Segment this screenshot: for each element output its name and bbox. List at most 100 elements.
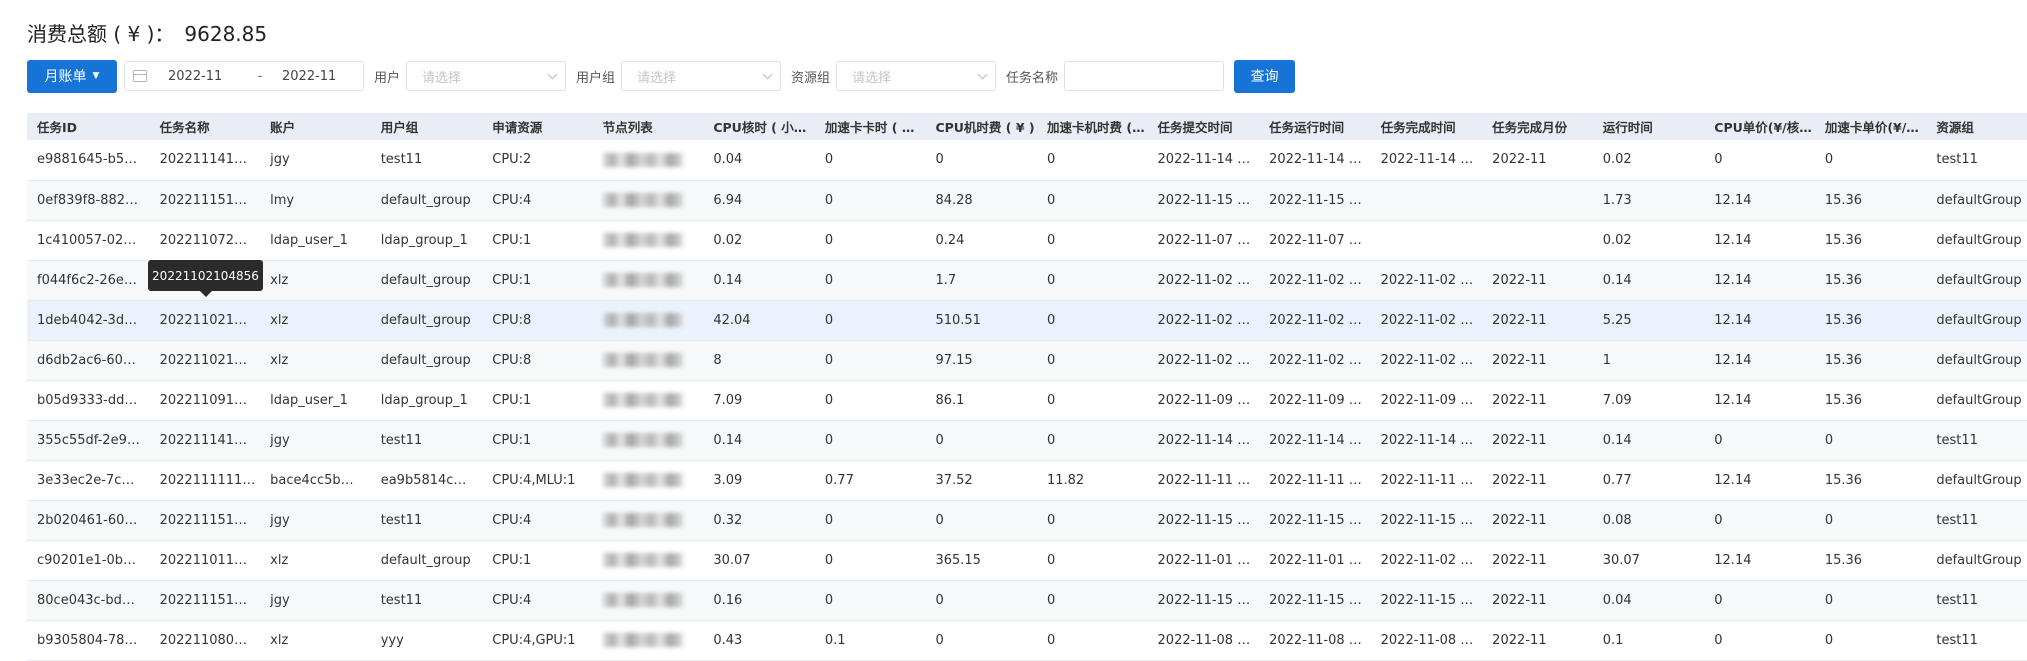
table-cell: 2022-11-15 …	[1269, 192, 1362, 208]
table-cell	[593, 260, 704, 300]
table-cell: 2022-11-14 …	[1380, 432, 1474, 448]
table-cell: 0.02	[1602, 152, 1632, 168]
table-row[interactable]: f044f6c2-26e…202211021…xlzdefault_groupC…	[27, 260, 2027, 300]
table-cell: 2022-11-15 …	[1157, 512, 1251, 528]
table-row[interactable]: 1deb4042-3d… 202211021… xlz default_group CP…	[27, 300, 2027, 340]
table-row[interactable]: 1c410057-02… 202211072… ldap_user_1 ldap_gr…	[27, 220, 2027, 260]
table-cell: CPU:1	[492, 232, 532, 248]
table-cell	[593, 540, 704, 580]
table-row[interactable]: 0ef839f8-882… 202211151… lmy default_group C…	[27, 180, 2027, 220]
table-cell: CPU:1	[492, 392, 532, 408]
table-cell: 0.77	[824, 472, 854, 488]
table-cell: 0.14	[1602, 432, 1632, 448]
table-cell: defaultGroup	[1936, 312, 2022, 328]
chevron-down-icon	[977, 69, 988, 79]
group-select[interactable]: 请选择	[621, 61, 782, 91]
table-cell: 355c55df-2e9…	[37, 432, 140, 448]
table-row[interactable]: e9881645-b5… 202211141… jgy test11 CPU:2 0.04…	[27, 140, 2027, 180]
table-cell: default_group	[380, 192, 471, 208]
table-body: e9881645-b5… 202211141… jgy test11 CPU:2 0.04…	[27, 140, 2027, 660]
table-row[interactable]: b9305804-78… 202211080… xlz yyy CPU:4,GPU:1 0…	[27, 620, 2027, 660]
table-cell: 2022-11-15 …	[1380, 512, 1474, 528]
table-cell: 0	[935, 632, 944, 648]
table-cell	[593, 620, 704, 660]
table-cell: 0	[824, 552, 834, 568]
column-header: 任务ID	[37, 120, 78, 135]
month-range-picker[interactable]: 2022-11 - 2022-11	[124, 61, 364, 91]
table-cell: 1.7	[935, 272, 957, 288]
redacted-node-list	[602, 593, 683, 607]
range-end[interactable]: 2022-11	[282, 69, 336, 84]
table-cell: 0	[1046, 592, 1056, 608]
column-header: 加速卡卡时 ( 小时 )	[824, 120, 926, 135]
column-header: 资源组	[1936, 120, 1974, 135]
table-row[interactable]: b05d9333-dd… 202211091… ldap_user_1 ldap_gr…	[27, 380, 2027, 420]
table-cell: 2022-11	[1492, 432, 1547, 448]
table-cell: 0	[1046, 552, 1056, 568]
table-cell: defaultGroup	[1936, 192, 2022, 208]
chevron-down-icon	[762, 69, 773, 79]
table-cell: 0	[1714, 512, 1723, 528]
table-cell	[1482, 220, 1593, 260]
table-cell: 202211021…	[159, 312, 248, 328]
group-select-placeholder: 请选择	[637, 70, 677, 86]
table-cell: CPU:4	[492, 512, 532, 528]
total-cost-label: 消费总额 ( ¥ )：	[27, 22, 175, 46]
table-cell: 202211141…	[159, 432, 248, 448]
table-cell: jgy	[270, 592, 290, 608]
table-cell: yyy	[380, 632, 404, 648]
table-cell: 2022-11-11 …	[1269, 472, 1362, 488]
group-filter-label: 用户组	[576, 70, 616, 86]
query-button-label: 查询	[1250, 69, 1279, 85]
range-start[interactable]: 2022-11	[168, 69, 228, 84]
table-cell: 2022-11-11 …	[1157, 472, 1251, 488]
table-cell: d6db2ac6-60…	[37, 352, 136, 368]
table-cell: CPU:8	[492, 312, 532, 328]
table-cell: bace4cc5b…	[270, 472, 354, 488]
table-cell: 0	[935, 152, 944, 168]
redacted-node-list	[602, 313, 683, 327]
table-cell: 0	[935, 512, 944, 528]
table-cell: 2022-11-01 …	[1157, 552, 1251, 568]
table-cell	[593, 340, 704, 380]
table-cell	[593, 420, 704, 460]
table-cell: 0	[824, 352, 834, 368]
table-cell: test11	[380, 152, 423, 168]
table-cell	[593, 300, 704, 340]
table-cell: 0.14	[713, 272, 743, 288]
table-cell: 2b020461-60…	[37, 512, 138, 528]
table-cell: 202211091…	[159, 392, 248, 408]
table-cell: 202211151…	[159, 512, 248, 528]
table-row[interactable]: 80ce043c-bd… 202211151… jgy test11 CPU:4 0.16…	[27, 580, 2027, 620]
redacted-node-list	[602, 393, 683, 407]
table-row[interactable]: 3e33ec2e-7c… 20221111114… bace4cc5b… ea9b58…	[27, 460, 2027, 500]
table-cell: 2022-11-08 …	[1157, 632, 1251, 648]
table-cell: 0.14	[713, 432, 743, 448]
table-cell: 0	[1824, 152, 1834, 168]
table-cell: ldap_user_1	[270, 232, 348, 248]
table-cell: 0.04	[713, 152, 743, 168]
bill-type-dropdown[interactable]: 月账单 ▼	[27, 59, 117, 93]
table-row[interactable]: c90201e1-0b… 202211011… xlz default_group CP…	[27, 540, 2027, 580]
table-cell: 0	[1714, 632, 1723, 648]
table-cell: 15.36	[1824, 392, 1863, 408]
user-select[interactable]: 请选择	[406, 61, 567, 91]
table-cell: 12.14	[1714, 552, 1752, 568]
table-cell: defaultGroup	[1936, 352, 2022, 368]
resource-group-select[interactable]: 请选择	[836, 61, 997, 91]
table-cell: test11	[1936, 512, 1978, 528]
table-cell: CPU:2	[492, 152, 532, 168]
table-cell: 2022-11-09 …	[1380, 392, 1474, 408]
table-cell: xlz	[270, 632, 289, 648]
table-cell: 2022-11-14 …	[1380, 152, 1474, 168]
table-row[interactable]: 355c55df-2e9… 202211141… jgy test11 CPU:1 0.1…	[27, 420, 2027, 460]
table-cell: f044f6c2-26e…	[37, 272, 137, 288]
column-header: 任务完成月份	[1492, 120, 1568, 135]
table-row[interactable]: 2b020461-60… 202211151… jgy test11 CPU:4 0.32…	[27, 500, 2027, 540]
query-button[interactable]: 查询	[1234, 59, 1296, 93]
filter-bar: 月账单 ▼ 2022-11 - 2022-11 用户 请选择 用户组 请选择 资…	[27, 59, 1296, 93]
table-row[interactable]: d6db2ac6-60… 202211021… xlz default_group CP…	[27, 340, 2027, 380]
table-cell: default_group	[380, 352, 471, 368]
task-name-input[interactable]	[1064, 61, 1225, 91]
table-cell: 202211151…	[159, 592, 248, 608]
